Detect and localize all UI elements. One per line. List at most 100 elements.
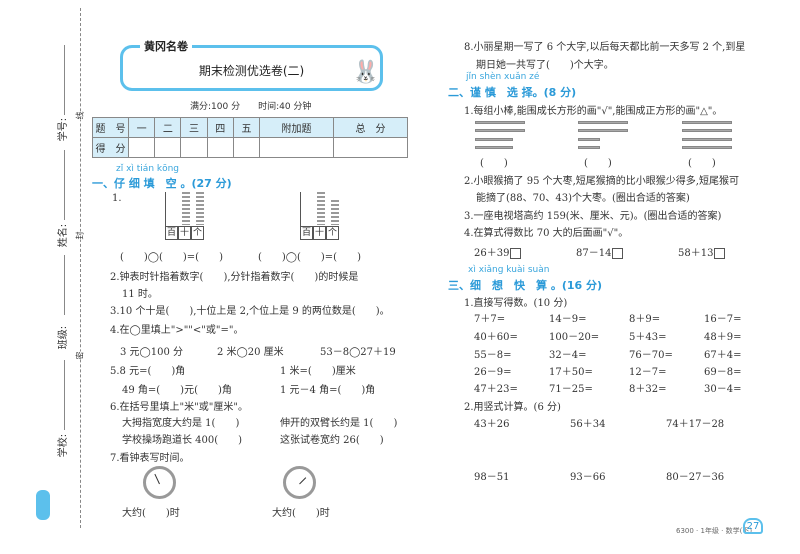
table-header: 题 号 xyxy=(92,117,129,138)
stick xyxy=(475,146,513,149)
answer-blank[interactable]: ( ) xyxy=(584,154,612,169)
answer-blank[interactable]: ( ) xyxy=(480,154,508,169)
math-item[interactable]: 32－4= xyxy=(549,346,586,361)
math-item[interactable]: 71－25= xyxy=(549,380,593,395)
answer-blank[interactable]: 大约( )时 xyxy=(122,504,180,519)
vertical-calc-item[interactable]: 80－27－36 xyxy=(666,468,724,483)
checkbox[interactable] xyxy=(510,248,522,259)
expression: 87－14 xyxy=(576,248,612,259)
math-item[interactable]: 26－9= xyxy=(474,363,511,378)
question-text[interactable]: 5.8 元=( )角 xyxy=(110,362,185,377)
score-cell[interactable] xyxy=(127,137,156,158)
stick xyxy=(682,121,732,124)
score-cell[interactable] xyxy=(180,137,208,158)
question-text: 1.直接写得数。(10 分) xyxy=(464,298,568,309)
stick xyxy=(475,129,525,132)
math-item[interactable]: 67＋4= xyxy=(704,346,741,361)
question-text[interactable]: 伸开的双臂长约是 1( ) xyxy=(280,414,397,429)
math-item[interactable]: 55－8= xyxy=(474,346,511,361)
stick xyxy=(475,138,513,141)
pencil-mascot-icon xyxy=(36,490,50,520)
table-row-label: 得 分 xyxy=(92,137,129,158)
blank-line xyxy=(64,150,65,220)
compare-item[interactable]: 53－8◯27＋19 xyxy=(320,343,396,358)
table-header: 一 xyxy=(127,117,156,138)
page-number: 27 xyxy=(743,518,763,534)
stick xyxy=(578,146,600,149)
question-text[interactable]: 3.一座电视塔高约 159(米、厘米、元)。(圈出合适的答案) xyxy=(464,207,721,222)
section-heading: 一、仔 细 填 空 。(27 分) xyxy=(92,177,232,190)
vertical-calc-item[interactable]: 56＋34 xyxy=(570,415,605,430)
math-item[interactable]: 8＋9= xyxy=(629,310,660,325)
question-text: 2.用竖式计算。(6 分) xyxy=(464,402,561,413)
vertical-calc-item[interactable]: 74＋17－28 xyxy=(666,415,724,430)
answer-blank[interactable]: ( )◯( )=( ) xyxy=(120,248,223,263)
place-ones: 个 xyxy=(326,226,339,240)
math-item[interactable]: 47＋23= xyxy=(474,380,518,395)
answer-blank[interactable]: 大约( )时 xyxy=(272,504,330,519)
section-pinyin: zǐ xì tián kōng xyxy=(116,164,180,174)
vertical-calc-item[interactable]: 93－66 xyxy=(570,468,605,483)
question-text: 1.每组小棒,能围成长方形的画"√",能围成正方形的画"△"。 xyxy=(464,106,723,117)
question-text: 4.在算式得数比 70 大的后面画"√"。 xyxy=(464,228,629,239)
score-cell[interactable] xyxy=(206,137,234,158)
math-item[interactable]: 8＋32= xyxy=(629,380,666,395)
table-header: 四 xyxy=(206,117,234,138)
question-text[interactable]: 学校操场跑道长 400( ) xyxy=(122,431,242,446)
section-pinyin: xì xiǎng kuài suàn xyxy=(468,265,550,275)
answer-blank[interactable]: ( )◯( )=( ) xyxy=(258,248,361,263)
exam-meta: 满分:100 分 时间:40 分钟 xyxy=(190,102,312,112)
question-text: 7.看钟表写时间。 xyxy=(110,453,190,464)
blank-line xyxy=(64,255,65,315)
logo: 黄冈名卷 xyxy=(140,38,192,54)
cut-line xyxy=(80,8,81,528)
answer-blank[interactable]: ( ) xyxy=(688,154,716,169)
compare-item[interactable]: 3 元◯100 分 xyxy=(120,343,183,358)
table-header: 三 xyxy=(180,117,208,138)
vertical-calc-item[interactable]: 43＋26 xyxy=(474,415,509,430)
stick xyxy=(578,129,628,132)
question-text[interactable]: 期日她一共写了( )个大字。 xyxy=(476,56,614,71)
math-item[interactable]: 30－4= xyxy=(704,380,741,395)
math-item[interactable]: 100－20= xyxy=(549,328,599,343)
math-item[interactable]: 16－7= xyxy=(704,310,741,325)
stick xyxy=(475,121,525,124)
check-item: 26＋39 xyxy=(474,244,522,259)
section-heading: 二、谨 慎 选 择。(8 分) xyxy=(448,86,577,99)
score-cell[interactable] xyxy=(259,137,335,158)
question-text[interactable]: 这张试卷宽约 26( ) xyxy=(280,431,384,446)
question-text[interactable]: 大拇指宽度大约是 1( ) xyxy=(122,414,239,429)
question-text[interactable]: 1 米=( )厘米 xyxy=(280,362,356,377)
place-tens: 十 xyxy=(313,226,326,240)
section-pinyin: jǐn shèn xuǎn zé xyxy=(466,72,540,82)
score-cell[interactable] xyxy=(232,137,261,158)
rabbit-mascot-icon: 🐰 xyxy=(352,60,380,85)
math-item[interactable]: 69－8= xyxy=(704,363,741,378)
cut-mark: 封 xyxy=(74,231,86,240)
compare-item[interactable]: 2 米◯20 厘米 xyxy=(217,343,284,358)
score-cell[interactable] xyxy=(333,137,408,158)
question-text[interactable]: 49 角=( )元( )角 xyxy=(122,381,232,396)
checkbox[interactable] xyxy=(714,248,726,259)
question-text[interactable]: 1 元－4 角=( )角 xyxy=(280,381,375,396)
blank-line xyxy=(64,45,65,115)
table-header: 五 xyxy=(232,117,261,138)
checkbox[interactable] xyxy=(612,248,624,259)
stick xyxy=(578,121,628,124)
math-item[interactable]: 40＋60= xyxy=(474,328,518,343)
math-item[interactable]: 17＋50= xyxy=(549,363,593,378)
cut-mark: 线 xyxy=(74,111,86,120)
question-text[interactable]: 能摘了(88、70、43)个大枣。(圈出合适的答案) xyxy=(476,189,690,204)
vertical-calc-item[interactable]: 98－51 xyxy=(474,468,509,483)
math-item[interactable]: 7＋7= xyxy=(474,310,505,325)
math-item[interactable]: 76－70= xyxy=(629,346,673,361)
question-number: 1. xyxy=(112,193,122,204)
score-table: 题 号一二三四五附加题总 分 得 分 xyxy=(92,117,408,158)
math-item[interactable]: 14－9= xyxy=(549,310,586,325)
math-item[interactable]: 12－7= xyxy=(629,363,666,378)
page-title: 期末检测优选卷(二) xyxy=(198,64,305,78)
place-hundreds: 百 xyxy=(165,226,178,240)
math-item[interactable]: 5＋43= xyxy=(629,328,666,343)
score-cell[interactable] xyxy=(154,137,182,158)
math-item[interactable]: 48＋9= xyxy=(704,328,741,343)
